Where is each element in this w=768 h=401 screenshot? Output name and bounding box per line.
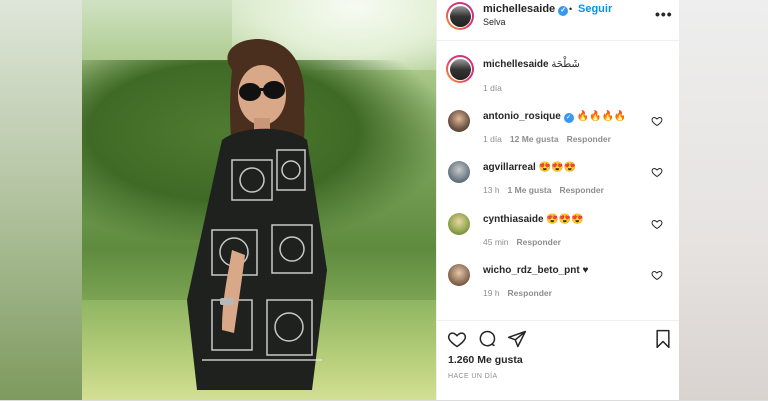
bookmark-icon[interactable] [653,329,673,349]
caption: michellesaide شَطْحَة [483,59,580,70]
comment-text: 🔥🔥🔥🔥 [576,111,627,122]
comment-avatar[interactable] [448,110,470,132]
post-photo[interactable] [82,0,436,400]
verified-badge-icon: ✓ [558,6,569,16]
comment-username[interactable]: antonio_rosique [483,111,561,122]
verified-badge-icon: ✓ [563,113,574,123]
heart-icon[interactable] [447,329,467,349]
comment-meta: 13 h1 Me gusta Responder [483,185,604,195]
comment-text: ♥ [582,265,589,276]
reply-button[interactable]: Responder [517,237,561,247]
comment-like-heart-icon[interactable] [651,269,663,281]
author-avatar[interactable] [446,2,474,30]
post-actions: 1.260 Me gusta HACE UN DÍA [437,320,679,401]
comment-username[interactable]: wicho_rdz_beto_pnt [483,265,580,276]
comment-like-heart-icon[interactable] [651,115,663,127]
caption-avatar[interactable] [446,55,474,83]
comment-meta: 1 día 12 Me gusta Responder [483,134,611,144]
background-blur-right [678,0,768,400]
comment-row: wicho_rdz_beto_pnt ♥ [483,265,588,276]
follow-button[interactable]: Seguir [578,3,612,15]
comment-username[interactable]: agvillarreal [483,162,536,173]
woman-in-bandana-dress-figure [187,39,327,390]
comment-avatar[interactable] [448,264,470,286]
comment-username[interactable]: cynthiasaide [483,214,544,225]
comment-like-heart-icon[interactable] [651,218,663,230]
reply-button[interactable]: Responder [508,288,552,298]
reply-button[interactable]: Responder [559,185,603,195]
more-options-icon[interactable]: ••• [655,6,673,22]
post-time-ago: HACE UN DÍA [448,373,498,380]
comment-text: 😍😍😍 [546,214,584,225]
location-link[interactable]: Selva [483,17,506,27]
comment-row: antonio_rosique ✓ 🔥🔥🔥🔥 [483,111,626,123]
reply-button[interactable]: Responder [567,134,611,144]
comment-likes[interactable]: 12 Me gusta [510,134,559,144]
comment-likes[interactable]: 1 Me gusta [508,185,552,195]
caption-time: 1 día [483,83,502,93]
comments-list[interactable]: michellesaide شَطْحَة 1 día antonio_rosi… [437,41,679,320]
author-username[interactable]: michellesaide ✓ [483,3,569,16]
caption-text: شَطْحَة [551,59,580,70]
share-icon[interactable] [507,329,527,349]
comment-icon[interactable] [477,329,497,349]
comment-meta: 19 h Responder [483,288,552,298]
comment-meta: 45 min Responder [483,237,561,247]
comment-like-heart-icon[interactable] [651,166,663,178]
comment-row: agvillarreal 😍😍😍 [483,162,576,173]
comment-text: 😍😍😍 [538,162,576,173]
comment-avatar[interactable] [448,213,470,235]
caption-username[interactable]: michellesaide [483,59,549,70]
comment-row: cynthiasaide 😍😍😍 [483,214,584,225]
background-blur-left [0,0,82,400]
separator-dot: • [569,4,573,14]
likes-count[interactable]: 1.260 Me gusta [448,354,523,366]
post-header: michellesaide ✓ • Seguir Selva ••• [437,0,679,41]
post-detail-panel: michellesaide ✓ • Seguir Selva ••• michel… [436,0,679,400]
comment-avatar[interactable] [448,161,470,183]
